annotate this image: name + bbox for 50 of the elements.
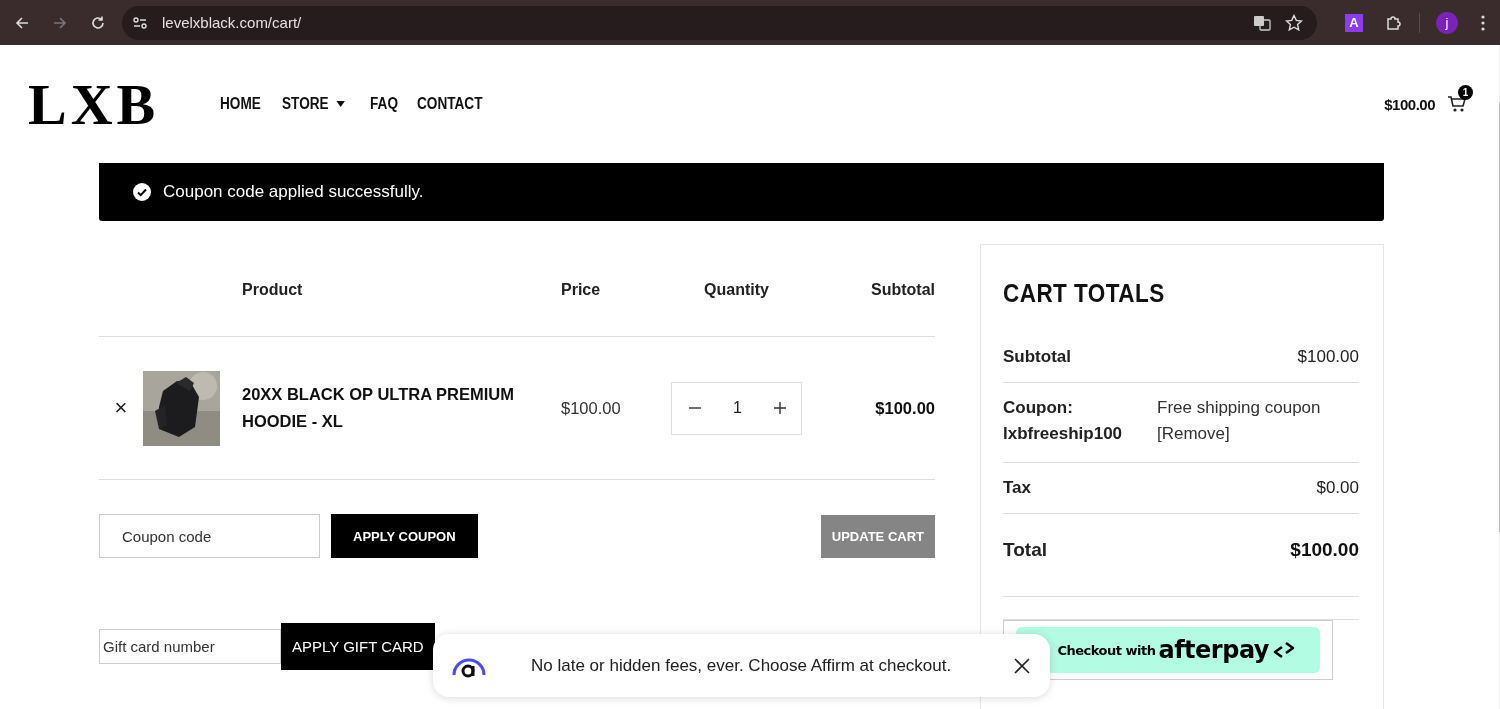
profile-avatar[interactable]: j (1436, 11, 1458, 34)
nav-link[interactable]: FAQ (369, 95, 398, 113)
star-icon[interactable] (1285, 13, 1303, 32)
apply-gift-card-button[interactable]: APPLY GIFT CARD (281, 623, 435, 670)
site-settings-icon[interactable] (132, 14, 148, 31)
column-header: Quantity (703, 281, 770, 299)
cart-totals-title: CART TOTALS (1003, 279, 1166, 308)
cart-count-badge: 1 (1458, 85, 1473, 100)
extension-button[interactable]: A (1345, 13, 1363, 32)
total-label: Total (1003, 539, 1047, 561)
close-icon[interactable] (1014, 657, 1030, 674)
plus-icon[interactable] (773, 401, 787, 415)
puzzle-icon[interactable] (1385, 13, 1403, 32)
notice-text: Coupon code applied successfully. (163, 182, 424, 202)
translate-icon[interactable] (1253, 13, 1271, 32)
check-circle-icon (133, 183, 151, 201)
remove-item-button[interactable]: × (114, 395, 128, 421)
back-icon[interactable] (14, 14, 30, 31)
total-value: $100.00 (1290, 539, 1359, 561)
caret-icon (336, 101, 345, 107)
url-text: levelxblack.com/cart/ (162, 14, 302, 31)
nav-link[interactable]: CONTACT (416, 95, 483, 113)
logo[interactable]: LXB (28, 70, 156, 138)
totals-label: Tax (1003, 478, 1032, 498)
coupon-code-field[interactable]: Coupon code (99, 514, 320, 558)
price-cell-text: $100.00 (561, 398, 622, 418)
column-header: Subtotal (870, 281, 935, 299)
subtotal-cell-text: $100.00 (874, 398, 935, 418)
product-name[interactable]: 20XX BLACK OP ULTRA PREMIUM HOODIE - XL (242, 381, 561, 435)
nav-link[interactable]: HOME (220, 95, 261, 113)
remove-coupon-link[interactable]: [Remove] (1157, 421, 1359, 447)
cart-icon[interactable] (1447, 95, 1467, 113)
coupon-label: Coupon: lxbfreeship100 (1003, 397, 1124, 445)
menu-icon[interactable] (1480, 13, 1486, 32)
totals-label: Subtotal (1003, 347, 1071, 367)
afterpay-arrows-icon (1272, 641, 1296, 659)
cart-total[interactable]: $100.00 (1384, 95, 1435, 113)
column-header: Price (561, 281, 602, 299)
affirm-message: No late or hidden fees, ever. Choose Affirm at checkout. (531, 655, 953, 676)
gift-card-field[interactable]: Gift card number (99, 629, 281, 664)
column-header: Product (242, 281, 304, 299)
totals-value: $0.00 (1316, 478, 1359, 498)
apply-coupon-button[interactable]: APPLY COUPON (331, 514, 478, 558)
nav-link[interactable]: STORE (282, 95, 345, 113)
totals-value: $100.00 (1297, 347, 1359, 367)
reload-icon[interactable] (90, 14, 106, 31)
address-bar[interactable]: levelxblack.com/cart/ (122, 5, 1317, 40)
quantity-stepper[interactable]: 1 (671, 381, 802, 435)
coupon-description: Free shipping coupon (1157, 397, 1322, 419)
quantity-value[interactable]: 1 (733, 399, 742, 417)
